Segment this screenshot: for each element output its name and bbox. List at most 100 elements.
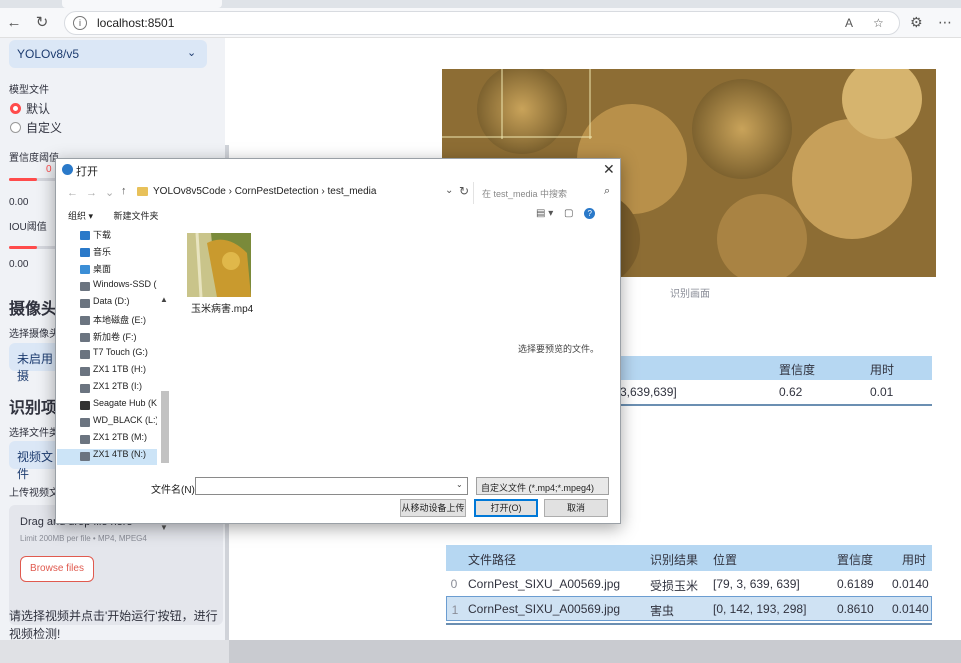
extensions-icon[interactable]: ⚙ [910,14,923,31]
uploader-limit-text: Limit 200MB per file • MP4, MPEG4 [20,534,147,543]
help-icon[interactable]: ? [584,208,596,219]
cell-confidence: 0.8610 [837,602,874,616]
settings-icon[interactable]: ⋯ [938,14,952,31]
up-arrow-icon[interactable]: ↑ [121,185,127,197]
model-file-label: 模型文件 [9,85,49,96]
nav-item-drive-l[interactable]: WD_BLACK (L:) [57,415,157,431]
model-type-select[interactable]: YOLOv8/v5 ⌄ [9,40,207,68]
favorite-star-icon[interactable]: ☆ [873,16,884,30]
iou-slider-fill [9,246,37,249]
drive-icon [80,435,90,444]
header-result: 识别结果 [650,553,699,567]
browser-tab-strip [0,0,961,8]
close-icon[interactable]: ✕ [603,161,615,178]
preview-pane-icon[interactable]: ▢ [564,208,573,219]
iou-label: IOU阈值 [9,222,47,233]
cell-path: CornPest_SIXU_A00569.jpg [468,602,621,616]
conf-label: 置信度阈值 [9,153,59,164]
conf-slider-value: 0 [46,164,52,175]
browser-logo-icon [62,164,73,175]
nav-item-downloads[interactable]: 下载 [57,228,157,244]
chevron-down-icon[interactable]: ⌄ [445,185,453,196]
scrollbar-thumb[interactable] [229,640,961,663]
table-row-selected[interactable]: 1 CornPest_SIXU_A00569.jpg 害虫 [0, 142, 1… [446,596,932,621]
camera-heading: 摄像头 [9,301,58,318]
nav-item-drive-m[interactable]: ZX1 2TB (M:) [57,432,157,448]
open-button[interactable]: 打开(O) [474,499,538,517]
dialog-title: 打开 [76,166,98,178]
refresh-icon[interactable]: ↻ [459,184,469,198]
drive-icon [80,418,90,427]
browser-tab[interactable] [62,0,222,8]
nav-item-desktop[interactable]: 桌面 [57,262,157,278]
nav-item-drive-h[interactable]: ZX1 1TB (H:) [57,364,157,380]
path-bar: ←→⌄ ↑ YOLOv8v5Code › CornPestDetection ›… [61,182,616,204]
chevron-down-icon[interactable]: ⌄ [456,480,463,489]
row-index: 1 [451,603,459,617]
cell-time: 0.0140 [892,602,929,616]
drive-icon [80,316,90,325]
nav-scrollbar-thumb[interactable] [161,391,169,463]
breadcrumb[interactable]: YOLOv8v5Code › CornPestDetection › test_… [153,186,376,197]
new-folder-button[interactable]: 新建文件夹 [114,211,159,221]
nav-item-drive-i[interactable]: ZX1 2TB (I:) [57,381,157,397]
nav-item-drive-k[interactable]: Seagate Hub (K: [57,398,157,414]
chevron-up-icon[interactable]: ▲ [160,295,168,304]
model-type-value: YOLOv8/v5 [17,47,80,61]
camera-select-label: 选择摄像头 [9,329,59,340]
radio-dot [10,103,21,114]
browse-files-button[interactable]: Browse files [20,556,94,582]
nav-item-drive-g[interactable]: T7 Touch (G:) [57,347,157,363]
cell-position: [79, 3, 639, 639] [713,577,800,591]
cell-result: 害虫 [650,604,675,618]
open-file-dialog: 打开 ✕ ←→⌄ ↑ YOLOv8v5Code › CornPestDetect… [55,158,621,532]
drive-icon [80,384,90,393]
nav-item-music[interactable]: 音乐 [57,245,157,261]
frame-caption: 识别画面 [670,289,710,300]
view-options: ▤ ▾ ▢ ? [536,208,596,219]
read-aloud-icon[interactable]: A [845,16,853,30]
upload-from-device-button[interactable]: 从移动设备上传 [400,499,466,517]
table-row[interactable]: 0 CornPest_SIXU_A00569.jpg 受损玉米 [79, 3, … [446,571,932,596]
results-table: 文件路径 识别结果 位置 置信度 用时 0 CornPest_SIXU_A005… [446,545,932,625]
cell-confidence: 0.6189 [837,577,874,591]
nav-item-drive-n[interactable]: ZX1 4TB (N:) [57,449,157,465]
nav-item-drive-c[interactable]: Windows-SSD (C [57,279,157,295]
radio-dot [10,122,21,133]
address-bar[interactable]: i localhost:8501 A ☆ [64,11,900,35]
chevron-down-icon[interactable]: ▼ [160,523,168,532]
nav-item-drive-d[interactable]: Data (D:) [57,296,157,312]
back-icon[interactable]: ← [4,13,24,33]
radio-custom[interactable]: 自定义 [10,119,62,136]
drive-icon [80,333,90,342]
command-bar: 组织 ▾ 新建文件夹 [68,209,177,222]
radio-default[interactable]: 默认 [10,100,50,117]
info-icon[interactable]: i [73,16,87,30]
drive-icon [80,299,90,308]
chevron-down-icon: ⌄ [187,47,197,59]
folder-icon [137,187,148,196]
preview-message: 选择要预览的文件。 [518,344,600,354]
search-input[interactable]: 在 test_media 中搜索 ⌕ [473,182,616,204]
search-placeholder: 在 test_media 中搜索 [482,189,568,199]
search-icon: ⌕ [604,185,611,197]
nav-item-drive-f[interactable]: 新加卷 (F:) [57,330,157,346]
view-icon[interactable]: ▤ ▾ [536,208,553,219]
nav-item-drive-e[interactable]: 本地磁盘 (E:) [57,313,157,329]
file-type-filter[interactable]: 自定义文件 (*.mp4;*.mpeg4) [476,477,609,495]
cell-position: 3,639,639] [620,385,677,399]
table-row[interactable]: 3,639,639] 0.62 0.01 [620,380,932,406]
file-type-label: 选择文件类 [9,428,59,439]
drive-icon [80,282,90,291]
conf-slider-fill [9,178,37,181]
video-file-thumbnail[interactable] [187,233,251,297]
navigation-pane: 下载 音乐 桌面 Windows-SSD (C Data (D:) 本地磁盘 (… [57,226,171,532]
cell-position: [0, 142, 193, 298] [713,602,807,616]
back-forward-icon[interactable]: ←→⌄ [67,186,122,199]
cancel-button[interactable]: 取消 [544,499,608,517]
organize-button[interactable]: 组织 ▾ [68,211,93,221]
cell-result: 受损玉米 [650,579,699,593]
cell-confidence: 0.62 [779,385,803,399]
filename-input[interactable]: ⌄ [195,477,468,495]
refresh-icon[interactable]: ↻ [32,13,52,33]
